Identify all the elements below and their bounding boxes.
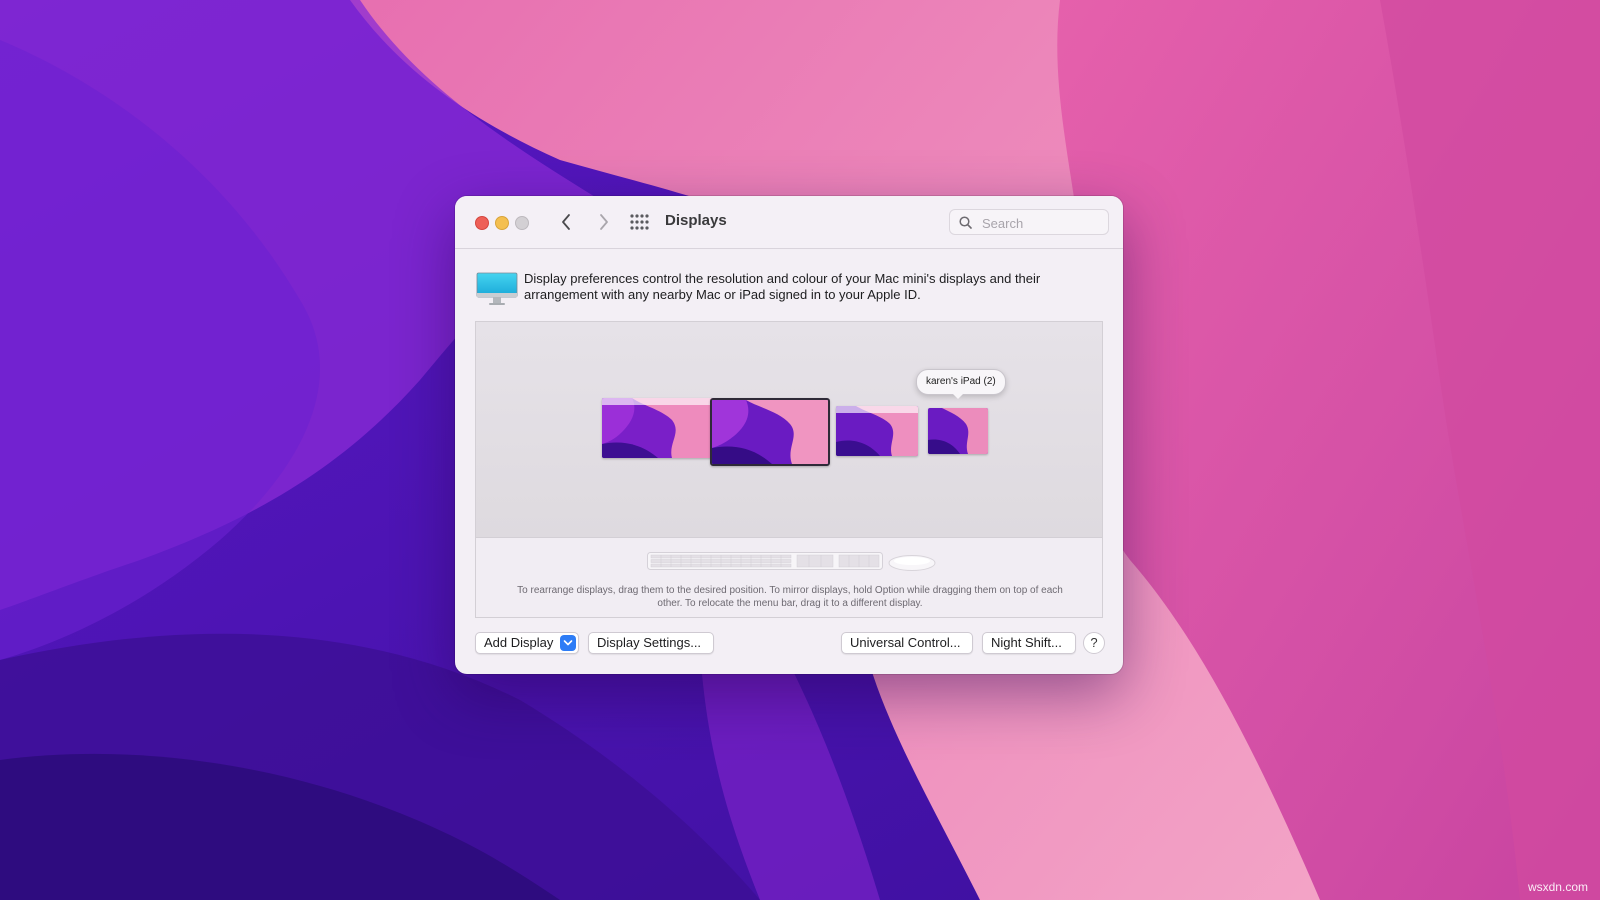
ipad-name-tooltip: karen's iPad (2) <box>916 369 1006 395</box>
forward-button[interactable] <box>591 210 615 234</box>
search-icon <box>959 216 972 229</box>
minimize-button[interactable] <box>495 216 509 230</box>
arrangement-hint-text: To rearrange displays, drag them to the … <box>517 585 1063 609</box>
window-title: Displays <box>665 212 727 229</box>
display-arrangement-area[interactable]: karen's iPad (2) <box>475 321 1103 538</box>
display-thumbnail[interactable] <box>836 406 918 456</box>
menu-bar-indicator[interactable] <box>602 398 714 405</box>
intro-text: Display preferences control the resoluti… <box>524 271 1041 302</box>
chevron-down-icon[interactable] <box>560 635 576 651</box>
chevron-left-icon <box>562 214 570 230</box>
universal-control-button[interactable]: Universal Control... <box>841 632 973 654</box>
display-settings-button[interactable]: Display Settings... <box>588 632 714 654</box>
close-button[interactable] <box>475 216 489 230</box>
help-button[interactable]: ? <box>1083 632 1105 654</box>
search-field[interactable] <box>949 209 1109 235</box>
ipad-display-thumbnail[interactable] <box>928 408 988 454</box>
display-thumbnail[interactable] <box>602 398 714 458</box>
chevron-right-icon <box>600 214 608 230</box>
displays-window: Displays Display preferences control the… <box>455 196 1123 674</box>
display-thumbnail-selected[interactable] <box>710 398 830 466</box>
mouse-icon <box>888 555 936 571</box>
menu-bar-strip <box>836 406 918 413</box>
title-bar: Displays <box>455 196 1123 249</box>
show-all-grid-icon[interactable] <box>629 213 649 231</box>
add-display-label: Add Display <box>484 635 554 650</box>
back-button[interactable] <box>555 210 579 234</box>
arrangement-info-area: To rearrange displays, drag them to the … <box>475 538 1103 618</box>
keyboard-icon <box>647 552 883 570</box>
zoom-button[interactable] <box>515 216 529 230</box>
add-display-popup-button[interactable]: Add Display <box>475 632 579 654</box>
search-input[interactable] <box>980 213 1104 233</box>
monitor-icon <box>476 272 518 305</box>
night-shift-button[interactable]: Night Shift... <box>982 632 1076 654</box>
tooltip-pointer <box>952 393 964 399</box>
watermark: wsxdn.com <box>1527 880 1588 894</box>
